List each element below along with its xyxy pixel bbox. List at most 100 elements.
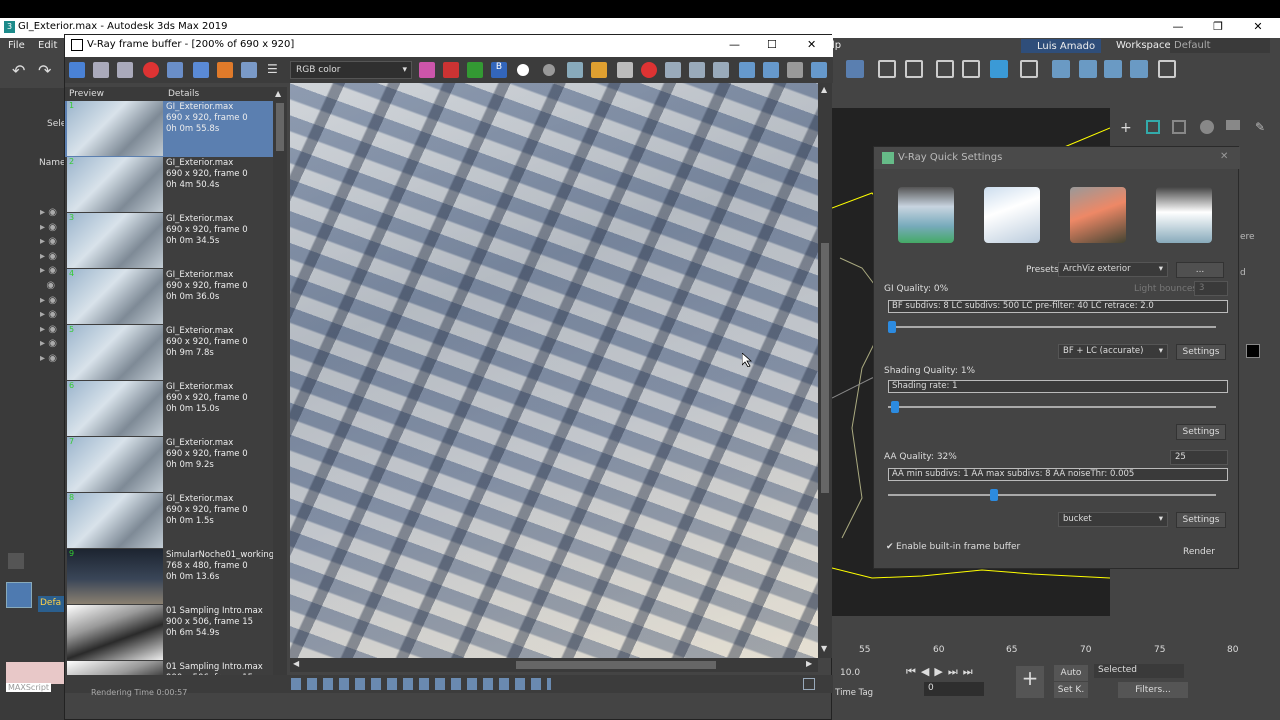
history-item[interactable]: 4 GI_Exterior.max 690 x 920, frame 0 0h 0m … (65, 269, 273, 325)
display-tab-icon[interactable] (1226, 120, 1240, 130)
shading-quality-slider[interactable] (888, 401, 1216, 413)
layer-manager-icon[interactable] (905, 60, 923, 78)
shading-rate-field[interactable]: Shading rate: 1 (888, 380, 1228, 393)
layer-list-icon[interactable] (878, 60, 896, 78)
history-item[interactable]: 01 Sampling Intro.max900 x 506, frame 15… (65, 605, 273, 661)
close-icon[interactable]: ✕ (1246, 20, 1270, 36)
history-item[interactable]: 7 GI_Exterior.max 690 x 920, frame 0 0h 0m … (65, 437, 273, 493)
save-all-icon[interactable] (117, 62, 133, 78)
image-horizontal-scrollbar[interactable]: ◀ ▶ (290, 658, 818, 672)
render-iterative-icon[interactable] (1130, 60, 1148, 78)
vfb-minimize-icon[interactable]: — (729, 38, 740, 51)
color-channels-icon[interactable] (419, 62, 435, 78)
product-preset-icon[interactable] (1156, 187, 1212, 243)
hierarchy-tab-icon[interactable] (1172, 120, 1186, 134)
utilities-tab-icon[interactable]: ✎ (1255, 120, 1265, 134)
teapot-render-icon[interactable] (617, 62, 633, 78)
play-sidebar-icon[interactable] (8, 553, 24, 569)
undo-icon[interactable]: ↶ (12, 61, 30, 80)
motion-tab-icon[interactable] (1200, 120, 1214, 134)
curve-editor-icon[interactable] (962, 60, 980, 78)
redo-icon[interactable]: ↷ (38, 61, 56, 80)
user-account-dropdown[interactable]: Luis Amado (1021, 39, 1101, 53)
schematic-view-icon[interactable] (990, 60, 1008, 78)
menu-file[interactable]: File (8, 40, 25, 51)
tree-expanders[interactable]: ▸ ◉ ▸ ◉ ▸ ◉ ▸ ◉ ▸ ◉ ◉ ▸ ◉ ▸ ◉ ▸ ◉ ▸ ◉ ▸ ◉ (40, 206, 57, 367)
lens-icon[interactable] (763, 62, 779, 78)
selected-set-dropdown[interactable]: Selected (1094, 664, 1184, 678)
archviz-exterior-preset-icon[interactable] (898, 187, 954, 243)
save-icon[interactable] (567, 62, 583, 78)
render-button[interactable]: Render (1172, 545, 1226, 561)
region-render-icon[interactable] (665, 62, 681, 78)
vfb-bottom-tool-icons[interactable] (291, 678, 551, 690)
light-bounces-spinner[interactable]: 3 (1194, 281, 1228, 296)
menu-edit[interactable]: Edit (38, 40, 57, 51)
presets-more-button[interactable]: ... (1176, 262, 1224, 278)
gi-settings-button[interactable]: Settings (1176, 344, 1226, 360)
key-mode-icon[interactable]: + (1016, 666, 1044, 698)
name-column-header[interactable]: Name (39, 158, 66, 168)
current-frame-field[interactable]: 0 (924, 682, 984, 696)
archviz-interior-preset-icon[interactable] (984, 187, 1040, 243)
maxscript-listener[interactable] (6, 662, 64, 684)
render-production-icon[interactable] (1104, 60, 1122, 78)
green-channel-icon[interactable] (467, 62, 483, 78)
history-toggle-icon[interactable] (69, 62, 85, 78)
history-scrollbar[interactable]: ▲ ▼ (273, 87, 287, 691)
gi-quality-slider[interactable] (888, 321, 1216, 333)
playback-controls[interactable]: ⏮◀▶⏭⏭ (906, 665, 978, 679)
modify-tab-icon[interactable] (1146, 120, 1160, 134)
clear-image-icon[interactable] (143, 62, 159, 78)
aa-quality-knob[interactable] (990, 489, 999, 501)
render-setup-icon[interactable] (1052, 60, 1070, 78)
rendered-frame-window-icon[interactable] (1079, 60, 1097, 78)
gi-quality-knob[interactable] (888, 321, 896, 333)
sampler-dropdown[interactable]: bucket ▾ (1058, 512, 1168, 527)
gi-settings-field[interactable]: BF subdivs: 8 LC subdivs: 500 LC pre-fil… (888, 300, 1228, 313)
vfb-maximize-icon[interactable]: ☐ (767, 38, 777, 51)
details-column-header[interactable]: Details (168, 89, 199, 99)
scroll-left-icon[interactable]: ◀ (293, 659, 299, 668)
open-icon[interactable] (591, 62, 607, 78)
history-item[interactable]: 1 GI_Exterior.max 690 x 920, frame 0 0h 0m … (65, 101, 273, 157)
mono-channel-icon[interactable] (543, 64, 555, 76)
scroll-thumb[interactable] (516, 661, 716, 669)
default-layout-label[interactable]: Defa (38, 596, 64, 612)
material-editor-icon[interactable] (1020, 60, 1038, 78)
quick-settings-close-icon[interactable]: ✕ (1220, 151, 1228, 162)
rendered-image[interactable] (290, 83, 818, 658)
scroll-down-icon[interactable]: ▼ (821, 644, 827, 653)
shading-settings-button[interactable]: Settings (1176, 424, 1226, 440)
ipr-icon[interactable] (713, 62, 729, 78)
create-tab-icon[interactable]: + (1120, 120, 1132, 136)
save-image-icon[interactable] (93, 62, 109, 78)
preview-column-header[interactable]: Preview (69, 89, 104, 99)
presets-dropdown[interactable]: ArchViz exterior ▾ (1058, 262, 1168, 277)
scroll-thumb[interactable] (276, 103, 284, 151)
align-icon[interactable] (846, 60, 864, 78)
scroll-thumb[interactable] (821, 243, 829, 493)
set-key-button[interactable]: Set K. (1054, 682, 1088, 698)
minimize-icon[interactable]: — (1166, 20, 1190, 36)
history-item[interactable]: 8 GI_Exterior.max 690 x 920, frame 0 0h 0m … (65, 493, 273, 549)
vfb-close-icon[interactable]: ✕ (807, 38, 816, 51)
color-corrections-icon[interactable] (241, 62, 257, 78)
stop-render-icon[interactable] (641, 62, 657, 78)
aa-settings-field[interactable]: AA min subdivs: 1 AA max subdivs: 8 AA n… (888, 468, 1228, 481)
shading-quality-knob[interactable] (891, 401, 900, 413)
aa-quality-slider[interactable] (888, 489, 1216, 501)
aa-settings-button[interactable]: Settings (1176, 512, 1226, 528)
maximize-icon[interactable]: ❐ (1206, 20, 1230, 36)
key-filters-button[interactable]: Filters... (1118, 682, 1188, 698)
lens-effects-icon[interactable] (217, 62, 233, 78)
track-mouse-icon[interactable] (193, 62, 209, 78)
menu-help-partial[interactable]: lp (832, 40, 841, 51)
compare-icon[interactable] (739, 62, 755, 78)
history-item[interactable]: 9 SimularNoche01_working.m768 x 480, fram… (65, 549, 273, 605)
history-item[interactable]: 6 GI_Exterior.max 690 x 920, frame 0 0h 0m … (65, 381, 273, 437)
workspaces-dropdown[interactable]: Default (1170, 38, 1270, 53)
vfb-region-icon[interactable] (803, 678, 815, 690)
red-channel-icon[interactable] (443, 62, 459, 78)
blue-channel-icon[interactable]: B (491, 62, 507, 78)
